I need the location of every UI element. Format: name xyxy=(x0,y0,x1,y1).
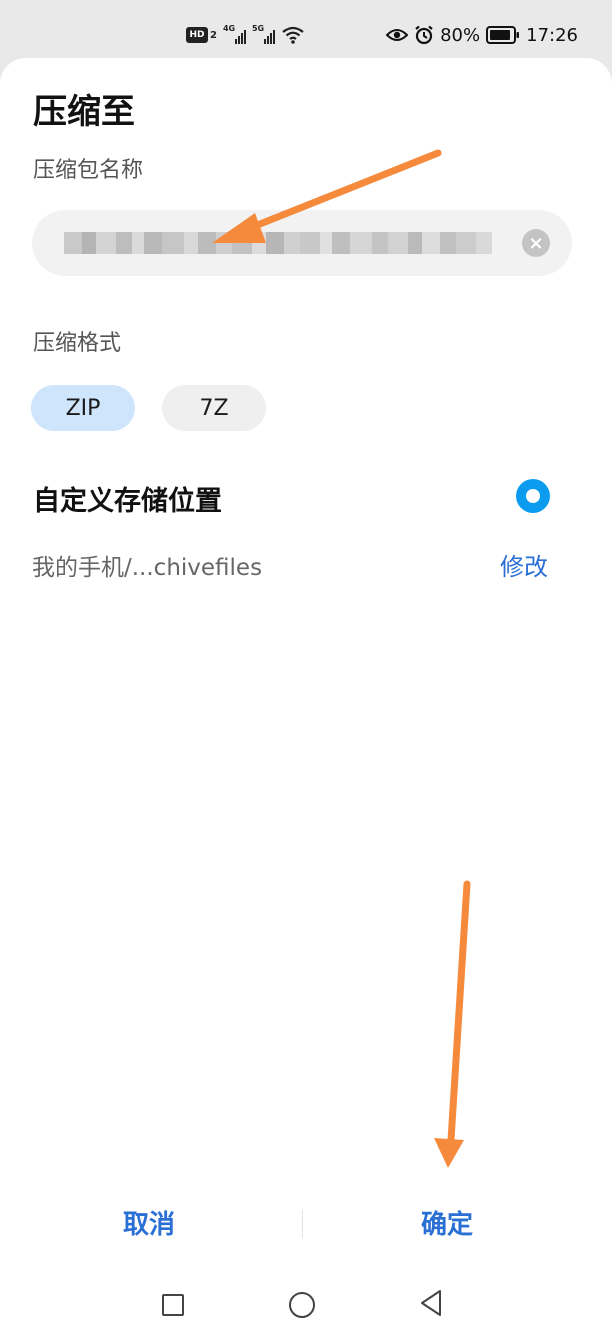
battery-icon xyxy=(486,26,520,44)
archive-name-label: 压缩包名称 xyxy=(33,158,144,183)
storage-path: 我的手机/...chivefiles xyxy=(32,555,263,581)
format-label: 压缩格式 xyxy=(33,331,122,356)
archive-name-input[interactable]: × xyxy=(32,210,572,276)
archive-name-value-blurred xyxy=(64,230,514,256)
clock: 17:26 xyxy=(526,24,578,46)
button-divider xyxy=(302,1210,303,1238)
custom-location-label: 自定义存储位置 xyxy=(33,486,222,517)
home-icon[interactable] xyxy=(289,1292,315,1318)
dialog-buttons: 取消 确定 xyxy=(0,1198,612,1248)
confirm-button[interactable]: 确定 xyxy=(421,1204,473,1241)
compress-dialog: 压缩至 压缩包名称 × 压缩格式 ZIP 7Z 自定义存储位置 我的手机/...… xyxy=(0,58,612,1318)
dialog-title: 压缩至 xyxy=(33,92,135,132)
back-icon[interactable] xyxy=(418,1288,444,1318)
custom-location-toggle[interactable] xyxy=(516,479,550,513)
status-right: 80% 17:26 xyxy=(386,22,578,48)
cancel-button[interactable]: 取消 xyxy=(123,1204,175,1241)
format-chip-zip[interactable]: ZIP xyxy=(31,385,135,431)
navigation-bar xyxy=(0,1280,612,1318)
recents-icon[interactable] xyxy=(162,1294,184,1316)
eye-icon xyxy=(386,29,409,41)
signal-4g-label: 4G xyxy=(222,24,236,33)
status-bar: HD 2 4G 5G 80% 17:26 xyxy=(0,0,612,62)
status-left: HD 2 4G 5G xyxy=(186,22,305,48)
alarm-icon xyxy=(415,25,433,45)
battery-percent: 80% xyxy=(440,24,481,46)
hd-badge: HD xyxy=(186,27,208,43)
signal-5g-label: 5G xyxy=(251,24,265,33)
signal-4g-icon: 4G xyxy=(222,24,246,44)
clear-input-icon[interactable]: × xyxy=(522,229,550,257)
format-chip-7z[interactable]: 7Z xyxy=(162,385,266,431)
hd-sub: 2 xyxy=(210,29,217,41)
modify-path-button[interactable]: 修改 xyxy=(500,547,548,582)
signal-5g-icon: 5G xyxy=(251,24,275,44)
wifi-icon xyxy=(282,26,304,44)
